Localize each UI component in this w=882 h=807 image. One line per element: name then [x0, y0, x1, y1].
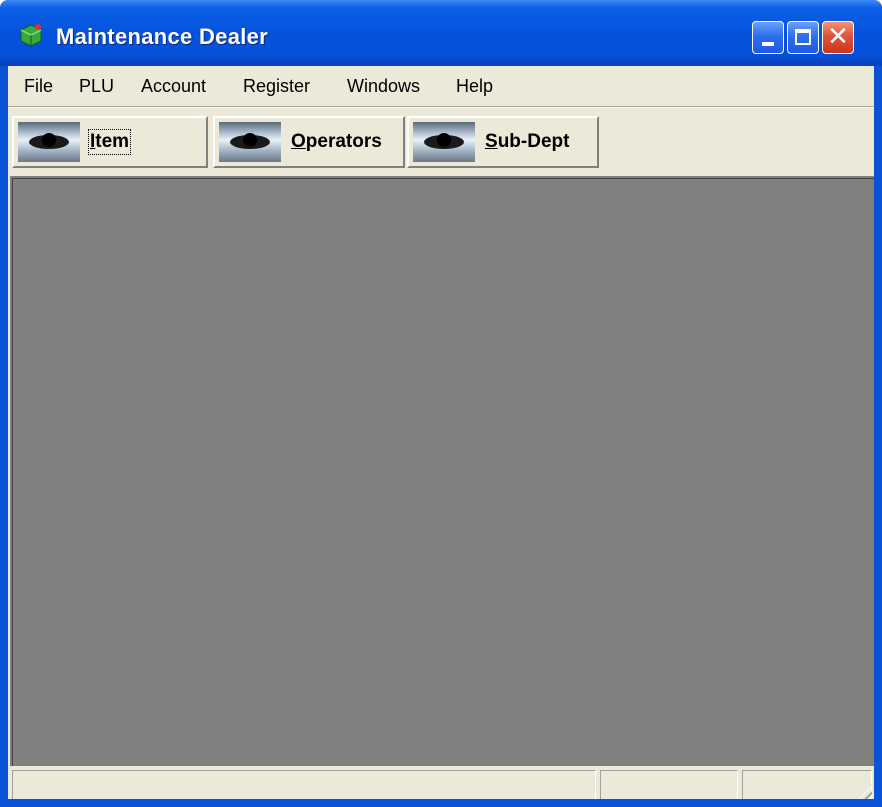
- menu-plu[interactable]: PLU: [79, 76, 114, 97]
- maximize-button[interactable]: [787, 21, 819, 54]
- status-pane-3: [742, 770, 872, 800]
- menu-account[interactable]: Account: [141, 76, 206, 97]
- sub-dept-label-rest: ub-Dept: [497, 131, 570, 152]
- operators-label: Operators: [291, 131, 382, 153]
- menu-windows[interactable]: Windows: [347, 76, 420, 97]
- operators-button[interactable]: Operators: [213, 116, 405, 168]
- eye-icon: [18, 122, 80, 162]
- window-title: Maintenance Dealer: [56, 24, 269, 49]
- status-pane-2: [600, 770, 738, 800]
- sub-dept-label: Sub-Dept: [485, 131, 569, 153]
- status-pane-main: [12, 770, 596, 800]
- title-bar[interactable]: Maintenance Dealer ✕: [0, 0, 882, 66]
- mdi-workspace[interactable]: [10, 176, 874, 766]
- menu-help[interactable]: Help: [456, 76, 493, 97]
- minimize-button[interactable]: [752, 21, 784, 54]
- operators-accel: O: [291, 131, 306, 152]
- menu-bar: File PLU Account Register Windows Help: [8, 66, 874, 106]
- client-area: File PLU Account Register Windows Help I…: [8, 66, 874, 807]
- close-button[interactable]: ✕: [822, 21, 854, 54]
- app-window: Maintenance Dealer ✕ File PLU Account Re…: [0, 0, 882, 807]
- sub-dept-accel: S: [485, 131, 498, 152]
- eye-icon: [413, 122, 475, 162]
- menu-register[interactable]: Register: [243, 76, 310, 97]
- operators-label-rest: perators: [305, 131, 382, 152]
- item-label-rest: tem: [95, 131, 130, 152]
- menu-divider-highlight: [8, 107, 874, 108]
- sub-dept-button[interactable]: Sub-Dept: [407, 116, 599, 168]
- app-icon: [20, 24, 42, 47]
- toolbar: Item Operators Sub-Dept: [8, 110, 874, 172]
- minimize-icon: [762, 42, 774, 46]
- item-label: Item: [87, 129, 132, 155]
- maximize-icon: [795, 29, 811, 45]
- menu-file[interactable]: File: [24, 76, 53, 97]
- eye-icon: [219, 122, 281, 162]
- window-frame-bottom: [0, 799, 882, 807]
- close-icon: ✕: [827, 22, 849, 52]
- item-button[interactable]: Item: [12, 116, 208, 168]
